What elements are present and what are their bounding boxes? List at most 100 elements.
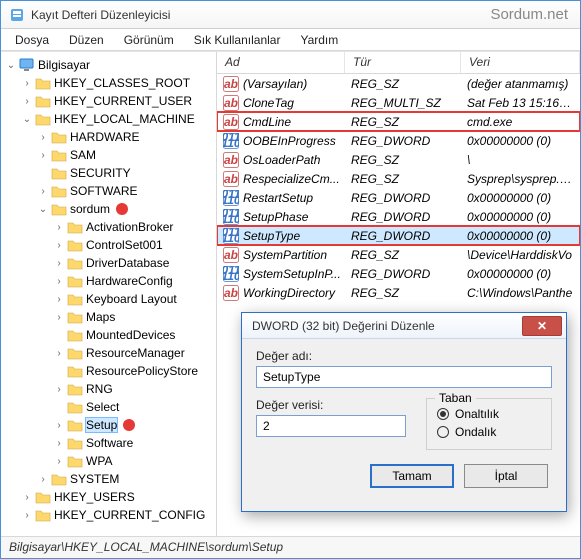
chevron-down-icon[interactable]: ⌄ [21,114,33,125]
value-type: REG_DWORD [345,210,461,224]
menu-view[interactable]: Görünüm [114,31,184,49]
tree-resmgr[interactable]: › ResourceManager [3,344,214,362]
tree-wpa[interactable]: ›WPA [3,452,214,470]
value-row[interactable]: OOBEInProgressREG_DWORD0x00000000 (0) [217,131,580,150]
chevron-right-icon[interactable]: › [53,294,65,305]
radio-dec[interactable]: Ondalık [437,423,541,441]
value-name-input[interactable]: SetupType [256,366,552,388]
value-data-input[interactable]: 2 [256,415,406,437]
folder-icon [35,112,51,126]
tree-system[interactable]: ›SYSTEM [3,470,214,488]
chevron-down-icon[interactable]: ⌄ [5,60,17,71]
tree-software[interactable]: › SOFTWARE [3,182,214,200]
tree-hklm[interactable]: ⌄HKEY_LOCAL_MACHINE [3,110,214,128]
chevron-right-icon[interactable]: › [53,222,65,233]
computer-icon [19,58,35,72]
chevron-right-icon[interactable]: › [37,150,49,161]
col-name[interactable]: Ad [217,52,345,73]
value-type: REG_DWORD [345,229,461,243]
value-type: REG_DWORD [345,191,461,205]
tree-root[interactable]: ⌄Bilgisayar [3,56,214,74]
tree-hku[interactable]: ›HKEY_USERS [3,488,214,506]
menu-file[interactable]: Dosya [5,31,59,49]
tree-label: ResourceManager [86,346,185,360]
tree-driverdb[interactable]: ›DriverDatabase [3,254,214,272]
chevron-right-icon[interactable]: › [53,348,65,359]
chevron-right-icon[interactable]: › [53,258,65,269]
folder-icon [67,346,83,360]
cancel-button[interactable]: İptal [464,464,548,488]
value-row[interactable]: SetupTypeREG_DWORD0x00000000 (0) [217,226,580,245]
menu-favorites[interactable]: Sık Kullanılanlar [184,31,291,49]
value-row[interactable]: SystemPartitionREG_SZ\Device\HarddiskVo [217,245,580,264]
value-type: REG_SZ [345,115,461,129]
tree-label: Software [86,436,133,450]
radio-hex[interactable]: Onaltılık [437,405,541,423]
menu-help[interactable]: Yardım [290,31,348,49]
tree-label: SOFTWARE [70,184,138,198]
chevron-right-icon[interactable]: › [37,186,49,197]
value-row[interactable]: SetupPhaseREG_DWORD0x00000000 (0) [217,207,580,226]
folder-icon [51,166,67,180]
tree-hkcc[interactable]: ›HKEY_CURRENT_CONFIG [3,506,214,524]
value-row[interactable]: (Varsayılan)REG_SZ(değer atanmamış) [217,74,580,93]
value-row[interactable]: RespecializeCm...REG_SZSysprep\sysprep.e… [217,169,580,188]
dialog-titlebar[interactable]: DWORD (32 bit) Değerini Düzenle ✕ [242,313,566,339]
tree-software2[interactable]: › Software [3,434,214,452]
chevron-right-icon[interactable]: › [37,132,49,143]
chevron-right-icon[interactable]: › [21,492,33,503]
value-row[interactable]: SystemSetupInP...REG_DWORD0x00000000 (0) [217,264,580,283]
value-row[interactable]: CmdLineREG_SZcmd.exe [217,112,580,131]
tree-hkcu[interactable]: ›HKEY_CURRENT_USER [3,92,214,110]
window-title: Kayıt Defteri Düzenleyicisi [31,8,170,22]
folder-icon [67,436,83,450]
string-icon [223,285,239,301]
string-icon [223,76,239,92]
chevron-right-icon[interactable]: › [53,384,65,395]
chevron-right-icon[interactable]: › [53,420,65,431]
col-data[interactable]: Veri [461,52,580,73]
app-icon [9,7,25,23]
chevron-right-icon[interactable]: › [21,510,33,521]
close-button[interactable]: ✕ [522,316,562,336]
value-data: 0x00000000 (0) [461,229,580,243]
chevron-right-icon[interactable]: › [37,474,49,485]
value-row[interactable]: WorkingDirectoryREG_SZC:\Windows\Panthe [217,283,580,302]
radio-icon [437,426,449,438]
tree-setup[interactable]: ›Setup [3,416,214,434]
tree-label: Maps [86,310,115,324]
tree-sordum[interactable]: ⌄sordum [3,200,214,218]
chevron-right-icon[interactable]: › [53,456,65,467]
value-data: C:\Windows\Panthe [461,286,580,300]
chevron-right-icon[interactable]: › [21,78,33,89]
tree-keyboard[interactable]: ›Keyboard Layout [3,290,214,308]
tree-respolicy[interactable]: ResourcePolicyStore [3,362,214,380]
tree-maps[interactable]: › Maps [3,308,214,326]
value-row[interactable]: RestartSetupREG_DWORD0x00000000 (0) [217,188,580,207]
chevron-right-icon[interactable]: › [53,438,65,449]
tree-security[interactable]: SECURITY [3,164,214,182]
tree-panel[interactable]: ⌄Bilgisayar ›HKEY_CLASSES_ROOT ›HKEY_CUR… [1,52,217,536]
tree-select[interactable]: Select [3,398,214,416]
dword-icon [223,133,239,149]
tree-hwconfig[interactable]: ›HardwareConfig [3,272,214,290]
tree-mounted[interactable]: MountedDevices [3,326,214,344]
value-row[interactable]: CloneTagREG_MULTI_SZSat Feb 13 15:16:08 … [217,93,580,112]
chevron-down-icon[interactable]: ⌄ [37,204,49,215]
tree-activation[interactable]: ›ActivationBroker [3,218,214,236]
tree-hkcr[interactable]: ›HKEY_CLASSES_ROOT [3,74,214,92]
chevron-right-icon[interactable]: › [53,276,65,287]
tree-controlset[interactable]: ›ControlSet001 [3,236,214,254]
tree-rng[interactable]: ›RNG [3,380,214,398]
value-row[interactable]: OsLoaderPathREG_SZ\ [217,150,580,169]
value-data: 0x00000000 (0) [461,191,580,205]
chevron-right-icon[interactable]: › [53,312,65,323]
chevron-right-icon[interactable]: › [21,96,33,107]
tree-hardware[interactable]: ›HARDWARE [3,128,214,146]
col-type[interactable]: Tür [345,52,461,73]
dword-icon [223,228,239,244]
ok-button[interactable]: Tamam [370,464,454,488]
menu-edit[interactable]: Düzen [59,31,114,49]
chevron-right-icon[interactable]: › [53,240,65,251]
tree-sam[interactable]: ›SAM [3,146,214,164]
